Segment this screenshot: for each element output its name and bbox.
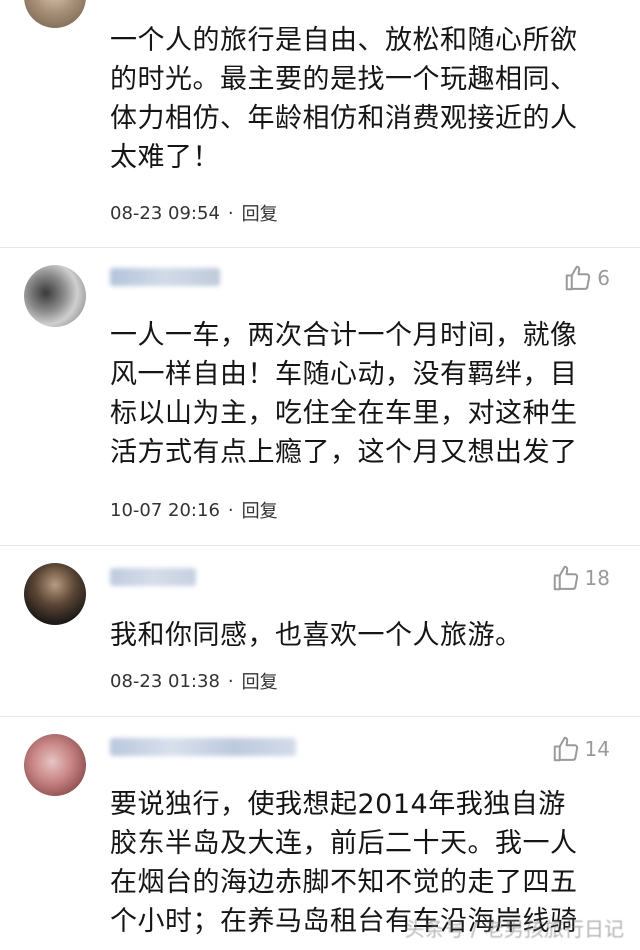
like-count: 6 [597,266,610,290]
divider [0,716,640,717]
avatar[interactable] [24,734,86,796]
comment-line: 胶东半岛及大连，前后二十天。我一人 [110,828,578,859]
separator: · [227,202,234,224]
reply-button[interactable]: 回复 [242,200,278,226]
comment-line: 太难了！ [110,142,220,173]
comment-text: 我和你同感，也喜欢一个人旅游。 [110,616,620,655]
watermark: 头条号 / 老男孩旅行日记 [404,917,624,941]
comment-line: 活方式有点上瘾了，这个月又想出发了 [110,437,578,468]
comment-line: 的时光。最主要的是找一个玩趣相同、 [110,64,578,95]
separator: · [227,499,234,521]
comment-line: 一个人的旅行是自由、放松和随心所欲 [110,25,578,56]
separator: · [227,670,234,692]
thumbs-up-icon [566,265,591,291]
comment-text: 一个人的旅行是自由、放松和随心所欲 的时光。最主要的是找一个玩趣相同、 体力相仿… [110,21,620,177]
comment-meta: 08-23 09:54 · 回复 [110,200,278,226]
comment-line: 标以山为主，吃住全在车里，对这种生 [110,398,578,429]
reply-button[interactable]: 回复 [242,668,278,694]
divider [0,545,640,546]
comment-line: 一人一车，两次合计一个月时间，就像 [110,320,578,351]
timestamp: 10-07 20:16 [110,499,220,521]
username[interactable] [110,738,296,756]
timestamp: 08-23 09:54 [110,202,220,224]
like-button[interactable]: 6 [563,262,610,294]
divider [0,247,640,248]
comment-line: 我和你同感，也喜欢一个人旅游。 [110,620,523,651]
comment-meta: 10-07 20:16 · 回复 [110,497,278,523]
thumbs-up-icon [553,565,578,591]
reply-button[interactable]: 回复 [242,497,278,523]
like-count: 18 [584,566,610,590]
comment-text: 一人一车，两次合计一个月时间，就像 风一样自由！车随心动，没有羁绊，目 标以山为… [110,316,620,472]
comment-line: 要说独行，使我想起2014年我独自游 [110,789,566,820]
like-count: 14 [584,737,610,761]
username[interactable] [110,268,220,286]
comment-meta: 08-23 01:38 · 回复 [110,668,278,694]
avatar[interactable] [24,0,86,28]
username[interactable] [110,568,196,586]
comment-line: 风一样自由！车随心动，没有羁绊，目 [110,359,578,390]
avatar[interactable] [24,265,86,327]
comment-line: 在烟台的海边赤脚不知不觉的走了四五 [110,867,578,898]
like-button[interactable]: 18 [551,562,610,594]
thumbs-up-icon [553,736,578,762]
timestamp: 08-23 01:38 [110,670,220,692]
avatar[interactable] [24,563,86,625]
comment-line: 体力相仿、年龄相仿和消费观接近的人 [110,103,578,134]
like-button[interactable]: 14 [551,733,610,765]
